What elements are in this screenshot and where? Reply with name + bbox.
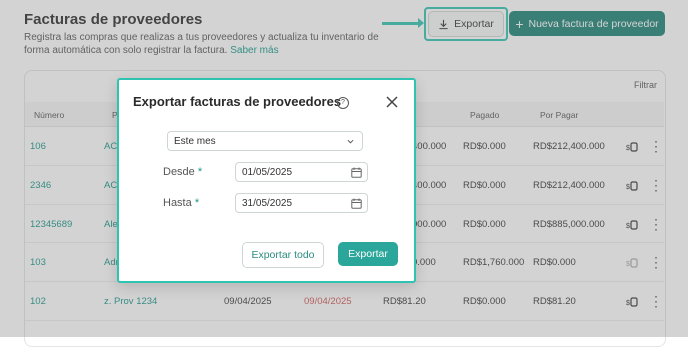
calendar-icon[interactable] [351,198,362,209]
from-label: Desde * [163,166,202,178]
required-mark: * [197,166,203,178]
to-label: Hasta * [163,197,199,209]
from-date-input[interactable]: 01/05/2025 [235,162,368,182]
period-select[interactable]: Este mes [167,131,363,151]
period-select-value: Este mes [174,135,216,147]
export-confirm-button[interactable]: Exportar [338,242,398,266]
from-label-text: Desde [163,166,195,178]
export-all-button[interactable]: Exportar todo [242,242,324,268]
to-label-text: Hasta [163,197,192,209]
close-icon[interactable] [385,95,399,109]
from-date-value: 01/05/2025 [242,166,293,178]
export-modal: Exportar facturas de proveedores ? Este … [117,78,416,283]
modal-title: Exportar facturas de proveedores [133,94,342,109]
chevron-down-icon [347,139,354,144]
to-date-value: 31/05/2025 [242,197,293,209]
required-mark: * [194,197,200,209]
to-date-input[interactable]: 31/05/2025 [235,193,368,213]
help-icon[interactable]: ? [337,97,349,109]
calendar-icon[interactable] [351,167,362,178]
